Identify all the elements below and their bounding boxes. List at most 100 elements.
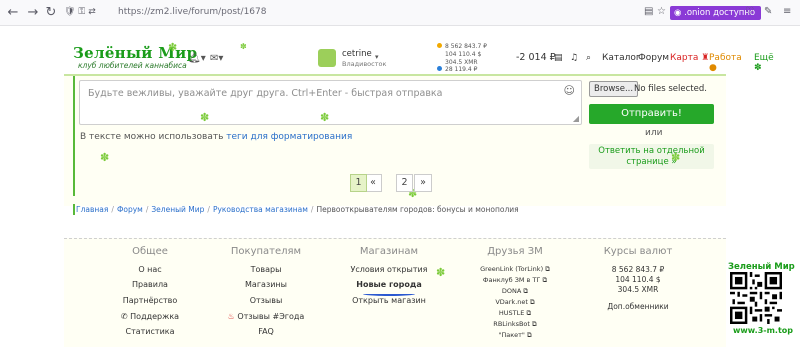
footer-link-products[interactable]: Товары bbox=[211, 265, 321, 274]
back-icon[interactable]: ← bbox=[4, 4, 22, 22]
notifications-bell-icon[interactable]: 🔔︎▾ bbox=[188, 53, 206, 64]
pagination-page-2[interactable]: 2 bbox=[396, 174, 413, 192]
balance-line: 304.5 XMR bbox=[445, 58, 478, 66]
pagination-page-1[interactable]: 1 bbox=[350, 174, 367, 192]
forward-icon[interactable]: → bbox=[24, 4, 42, 22]
external-link-icon: ⧉ bbox=[545, 265, 550, 273]
menu-icon[interactable]: ≡ bbox=[783, 6, 791, 17]
nav-catalog[interactable]: Каталог bbox=[602, 53, 641, 63]
footer-col-friends: Друзья ЗМ GreenLink (TorLink) ⧉ Фанклуб … bbox=[460, 246, 570, 339]
balance-line: 28 119.4 ₽ bbox=[437, 66, 487, 74]
footer-link-greenlink[interactable]: GreenLink (TorLink) ⧉ bbox=[460, 265, 570, 274]
breadcrumb-shop-guides[interactable]: Руководства магазинам bbox=[213, 205, 308, 214]
footer-link-reviews-tag[interactable]: ♨ Отзывы #Эгода bbox=[211, 312, 321, 321]
leaf-icon: ✽ bbox=[240, 42, 247, 51]
cart-icon[interactable]: ▤ bbox=[554, 53, 563, 63]
qr-url[interactable]: www.3-m.top bbox=[733, 326, 793, 335]
footer-col-rates: Курсы валют 8 562 843.7 ₽ 104 110.4 $ 30… bbox=[583, 246, 693, 311]
or-label: или bbox=[645, 128, 663, 138]
btc-icon bbox=[437, 43, 442, 48]
external-link-icon: ⧉ bbox=[542, 276, 548, 284]
resize-grip-icon[interactable]: ◢ bbox=[573, 114, 579, 123]
footer-link-reviews[interactable]: Отзывы bbox=[211, 296, 321, 305]
footer-link-paket[interactable]: "Пакет" ⧉ bbox=[460, 331, 570, 340]
footer-col-title: Друзья ЗМ bbox=[487, 246, 543, 257]
rate-rub: 8 562 843.7 ₽ bbox=[611, 265, 665, 274]
leaf-icon: ✽ bbox=[100, 151, 110, 164]
breadcrumb-forum[interactable]: Форум bbox=[117, 205, 143, 214]
emoji-icon[interactable]: ☺ bbox=[564, 84, 575, 97]
format-tags-link[interactable]: теги для форматирования bbox=[226, 132, 352, 142]
footer-link-new-cities[interactable]: Новые города bbox=[334, 280, 444, 289]
no-files-label: No files selected. bbox=[634, 84, 707, 94]
leaf-icon: ✽ bbox=[320, 111, 330, 124]
account-balance[interactable]: -2 014 ₽ bbox=[516, 52, 556, 63]
reply-textarea[interactable]: Будьте вежливы, уважайте друг друга. Ctr… bbox=[79, 80, 582, 125]
reply-separate-page-box[interactable]: Ответить на отдельной странице » ✽ bbox=[589, 144, 714, 169]
reload-icon[interactable]: ↻ bbox=[42, 4, 60, 22]
footer-link-fanclub[interactable]: Фанклуб ЗМ в ТГ ⧉ bbox=[460, 276, 570, 285]
shield-icon[interactable]: ♡ bbox=[745, 6, 754, 17]
logo-subtitle: клуб любителей каннабиса bbox=[78, 61, 187, 70]
bookmark-icon[interactable]: ☆ bbox=[657, 6, 666, 17]
browse-files-button[interactable]: Browse... bbox=[589, 81, 639, 97]
footer-link-stats[interactable]: Статистика bbox=[95, 327, 205, 336]
leaf-icon: ✽ bbox=[200, 111, 210, 124]
leaf-icon: ✽ bbox=[168, 41, 178, 54]
user-menu-caret-icon[interactable]: ▾ bbox=[375, 53, 379, 61]
url-security-icons[interactable]: 🛡⚿⇄ bbox=[64, 7, 99, 17]
breadcrumb-green-world[interactable]: Зеленый Мир bbox=[151, 205, 204, 214]
footer-link-about[interactable]: О нас bbox=[95, 265, 205, 274]
footer-link-shops[interactable]: Магазины bbox=[211, 280, 321, 289]
fire-icon: ♨ bbox=[227, 312, 238, 321]
rate-usd: 104 110.4 $ bbox=[615, 275, 661, 284]
reply-separate-page-link[interactable]: Ответить на отдельной странице » bbox=[589, 146, 714, 167]
external-link-icon: ⧉ bbox=[523, 287, 529, 295]
extension-icon[interactable]: ✎ bbox=[764, 6, 772, 17]
url-bar[interactable]: https://zm2.live/forum/post/1678 bbox=[118, 7, 267, 17]
user-city: Владивосток bbox=[342, 60, 387, 68]
footer-link-dona[interactable]: DONA ⧉ bbox=[460, 287, 570, 296]
user-name[interactable]: cetrine bbox=[342, 49, 372, 59]
rate-xmr: 304.5 XMR bbox=[617, 285, 659, 294]
footer-col-title: Курсы валют bbox=[603, 246, 673, 257]
nav-more[interactable]: Ещё ✽ bbox=[754, 53, 774, 73]
messages-icon[interactable]: ✉▾ bbox=[210, 53, 223, 64]
breadcrumb-stripe bbox=[73, 204, 75, 215]
breadcrumb-home[interactable]: Главная bbox=[76, 205, 108, 214]
music-icon[interactable]: ♫ bbox=[570, 53, 578, 63]
nav-map[interactable]: Карта ♜ bbox=[670, 53, 709, 63]
breadcrumb: Главная / Форум / Зеленый Мир / Руководства ма… bbox=[76, 205, 519, 214]
logo-title[interactable]: Зелёный Мир bbox=[73, 44, 197, 62]
footer-link-partnership[interactable]: Партнёрство bbox=[95, 296, 205, 305]
footer-link-rblinksbot[interactable]: RBLinksBot ⧉ bbox=[460, 320, 570, 329]
footer-link-open-terms[interactable]: Условия открытия bbox=[334, 265, 444, 274]
footer-link-rules[interactable]: Правила bbox=[95, 280, 205, 289]
leaf-icon: ✽ bbox=[436, 266, 446, 279]
qr-code-image bbox=[730, 272, 782, 324]
qr-code bbox=[730, 272, 782, 324]
external-link-icon: ⧉ bbox=[532, 320, 537, 328]
pagination-next[interactable]: » bbox=[414, 174, 432, 192]
footer-col-general: Общее О нас Правила Партнёрство ✆ Поддер… bbox=[95, 246, 205, 336]
wallet-balances[interactable]: 8 562 843.7 ₽ 104 110.4 $ 304.5 XMR 28 1… bbox=[437, 43, 487, 74]
reader-view-icon[interactable]: ▤ bbox=[644, 6, 653, 17]
footer-col-shops: Магазинам Условия открытия Новые города … bbox=[334, 246, 444, 305]
footer-link-exchangers[interactable]: Доп.обменники bbox=[583, 302, 693, 311]
nav-forum[interactable]: Форум bbox=[638, 53, 669, 63]
reply-placeholder: Будьте вежливы, уважайте друг друга. Ctr… bbox=[88, 88, 443, 99]
support-icon: ✆ bbox=[120, 312, 131, 321]
footer-link-vdark[interactable]: VDark.net ⧉ bbox=[460, 298, 570, 307]
footer-link-faq[interactable]: FAQ bbox=[211, 327, 321, 336]
avatar[interactable] bbox=[318, 49, 336, 67]
form-accent-stripe bbox=[73, 76, 75, 196]
footer-link-hustle[interactable]: HUSTLE ⧉ bbox=[460, 309, 570, 318]
nav-work[interactable]: Работа ● bbox=[709, 53, 742, 73]
send-button[interactable]: Отправить! bbox=[589, 104, 714, 124]
footer-link-support[interactable]: ✆ Поддержка bbox=[95, 312, 205, 321]
external-link-icon: ⧉ bbox=[526, 331, 532, 339]
footer-link-open-shop[interactable]: Открыть магазин bbox=[334, 296, 444, 305]
leaf-icon: ✽ bbox=[754, 63, 762, 73]
balance-line: 8 562 843.7 ₽ bbox=[437, 43, 487, 51]
search-icon[interactable]: ⌕ bbox=[586, 53, 591, 63]
